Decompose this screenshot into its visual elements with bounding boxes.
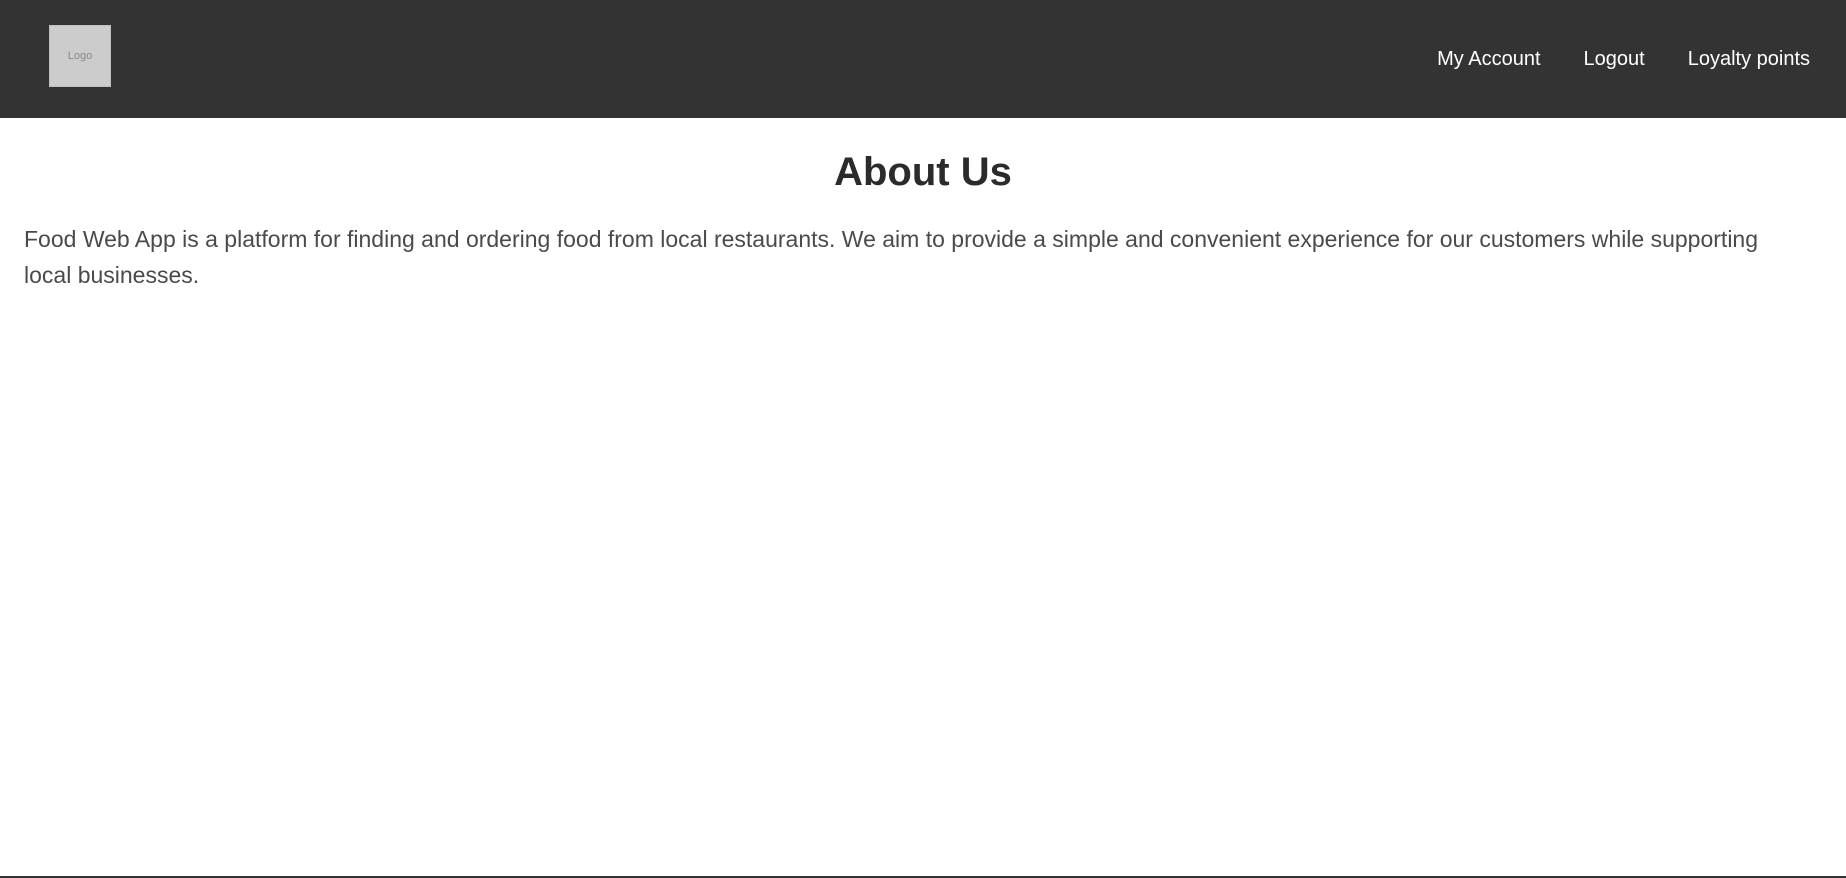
about-description: Food Web App is a platform for finding a… [24, 226, 1759, 288]
top-header: Logo My Account Logout Loyalty points [0, 0, 1846, 118]
nav-logout-link[interactable]: Logout [1584, 49, 1645, 69]
nav-my-account-link[interactable]: My Account [1437, 49, 1540, 69]
logo-image[interactable]: Logo [49, 25, 111, 87]
logo-text: Logo [67, 50, 93, 62]
main-nav: My Account Logout Loyalty points [1437, 0, 1810, 118]
nav-loyalty-points-link[interactable]: Loyalty points [1688, 49, 1810, 69]
page-title: About Us [834, 150, 1012, 194]
